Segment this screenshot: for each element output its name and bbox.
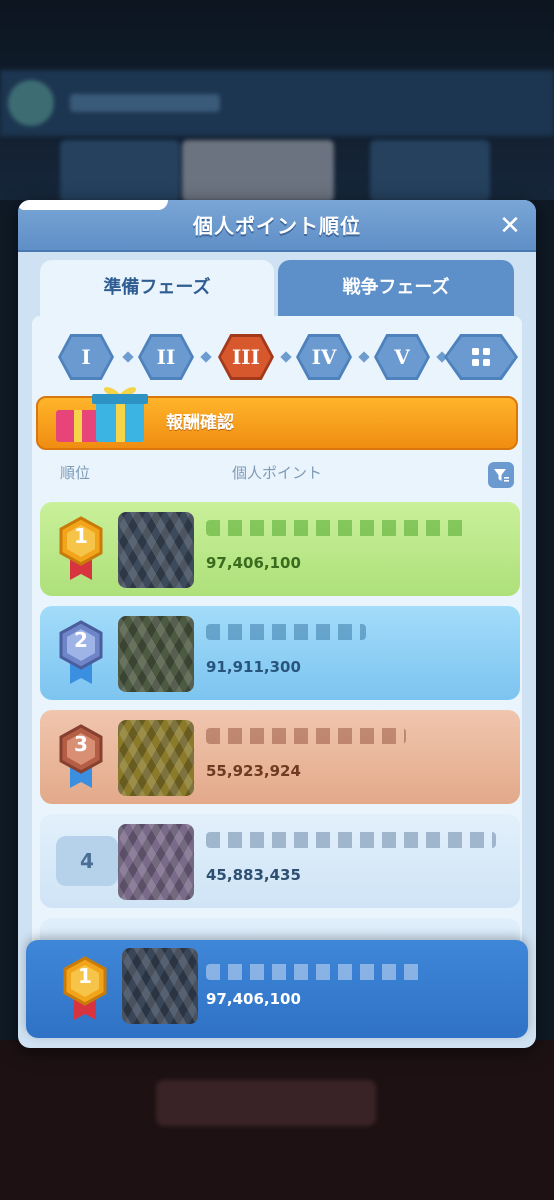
rank-number: 4 [56, 836, 118, 886]
phase-button-1[interactable]: I [58, 334, 114, 380]
background-tile [60, 140, 180, 202]
ranking-modal: 個人ポイント順位 ✕ 準備フェーズ 戦争フェーズ I II III IV V 報… [18, 200, 536, 1048]
player-avatar [122, 948, 198, 1024]
player-points: 55,923,924 [206, 762, 301, 780]
player-points: 45,883,435 [206, 866, 301, 884]
phase-overview-button[interactable] [444, 334, 518, 380]
ranking-panel: I II III IV V 報酬確認 順位 個人ポイント 1 97,406,10… [32, 316, 522, 1036]
ranking-row-3[interactable]: 3 55,923,924 [40, 710, 520, 804]
player-name-hidden [206, 728, 406, 744]
phase-selector: I II III IV V [32, 334, 522, 380]
tab-war-phase[interactable]: 戦争フェーズ [278, 260, 514, 316]
background-bottom [0, 1040, 554, 1200]
background-header [0, 70, 554, 136]
reward-label: 報酬確認 [166, 413, 234, 433]
player-points: 97,406,100 [206, 990, 301, 1008]
player-avatar [118, 824, 194, 900]
rank-number: 3 [74, 732, 88, 756]
tab-label: 準備フェーズ [103, 277, 211, 298]
close-button[interactable]: ✕ [496, 212, 524, 240]
player-points: 97,406,100 [206, 554, 301, 572]
phase-separator [200, 351, 212, 363]
modal-title-bar: 個人ポイント順位 ✕ [18, 200, 536, 252]
rank-number: 1 [78, 964, 92, 988]
ranking-row-2[interactable]: 2 91,911,300 [40, 606, 520, 700]
tab-preparation-phase[interactable]: 準備フェーズ [40, 260, 274, 316]
phase-button-3[interactable]: III [218, 334, 274, 380]
phase-label: III [221, 337, 271, 377]
filter-button[interactable] [488, 462, 514, 488]
background-emblem [8, 80, 54, 126]
phase-label: V [377, 337, 427, 377]
gold-medal-icon: 1 [60, 956, 110, 1022]
modal-title: 個人ポイント順位 [193, 214, 361, 238]
phase-button-2[interactable]: II [138, 334, 194, 380]
bronze-medal-icon: 3 [56, 724, 106, 790]
background-title-blur [70, 94, 220, 112]
ranking-row-4[interactable]: 4 45,883,435 [40, 814, 520, 908]
column-header-points: 個人ポイント [232, 464, 323, 482]
own-rank-bar[interactable]: 1 97,406,100 [26, 940, 528, 1038]
player-name-hidden [206, 832, 496, 848]
phase-button-5[interactable]: V [374, 334, 430, 380]
tab-label: 戦争フェーズ [342, 277, 450, 298]
background-tile [182, 140, 334, 202]
column-header-rank: 順位 [60, 464, 91, 482]
grid-icon [447, 337, 515, 377]
player-points: 91,911,300 [206, 658, 301, 676]
player-name-hidden [206, 624, 366, 640]
phase-label: II [141, 337, 191, 377]
phase-separator [122, 351, 134, 363]
background-button [156, 1080, 376, 1126]
player-name-hidden [206, 964, 426, 980]
rank-number: 1 [74, 524, 88, 548]
silver-medal-icon: 2 [56, 620, 106, 686]
phase-button-4[interactable]: IV [296, 334, 352, 380]
phase-label: IV [299, 337, 349, 377]
reward-check-button[interactable]: 報酬確認 [36, 387, 518, 450]
phase-separator [358, 351, 370, 363]
filter-icon [494, 469, 509, 482]
phase-label: I [61, 337, 111, 377]
gift-icon [56, 387, 148, 442]
phase-separator [280, 351, 292, 363]
rank-number: 2 [74, 628, 88, 652]
player-avatar [118, 512, 194, 588]
background-tile [370, 140, 490, 202]
close-icon: ✕ [499, 211, 521, 241]
ranking-row-1[interactable]: 1 97,406,100 [40, 502, 520, 596]
player-avatar [118, 720, 194, 796]
player-avatar [118, 616, 194, 692]
player-name-hidden [206, 520, 466, 536]
gold-medal-icon: 1 [56, 516, 106, 582]
